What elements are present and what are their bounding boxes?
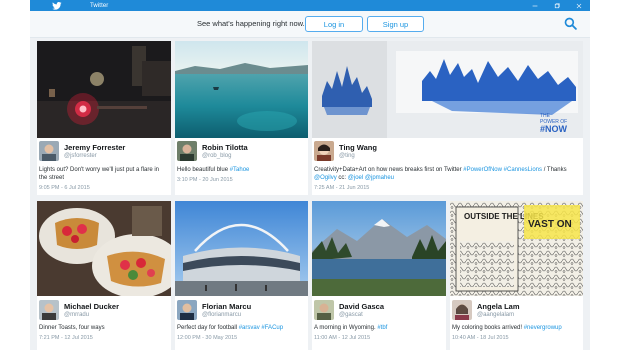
minimize-button[interactable] (524, 0, 546, 11)
tweet-card[interactable]: Michael Ducker @mrradu Dinner Toasts, fo… (37, 201, 171, 350)
tweet-author-handle[interactable]: @ting (339, 153, 355, 159)
tweet-author-handle[interactable]: @rob_blog (202, 153, 231, 159)
tweet-card[interactable]: OUTSIDE THE LINES VAST ON Angela Lam @aa… (450, 201, 583, 350)
window-title-bar: Twitter (30, 0, 590, 11)
hashtag-link[interactable]: #FACup (261, 325, 283, 331)
tweet-text: Lights out? Don't worry we'll just put a… (39, 167, 160, 181)
artwork-caption-line3: #NOW (540, 124, 568, 134)
tweet-card[interactable]: Florian Marcu @florianmarcu Perfect day … (175, 201, 308, 350)
tweet-photo[interactable]: OUTSIDE THE LINES VAST ON (450, 201, 583, 296)
tweet-author-name[interactable]: Ting Wang (339, 143, 377, 152)
hashtag-link[interactable]: #nevergrowup (524, 325, 562, 331)
book-spine-title: VAST ON (528, 219, 572, 230)
tweet-photo[interactable] (37, 41, 171, 138)
avatar[interactable] (452, 300, 472, 320)
tweet-timestamp[interactable]: 9:05 PM - 6 Jul 2015 (39, 185, 90, 191)
tweet-author-name[interactable]: Jeremy Forrester (64, 143, 125, 152)
tweet-author-handle[interactable]: @aangelalam (477, 312, 514, 318)
tweet-photo[interactable] (37, 201, 171, 296)
tweet-card[interactable]: Robin Tilotta @rob_blog Hello beautiful … (175, 41, 308, 195)
tweet-author-name[interactable]: Florian Marcu (202, 302, 251, 311)
tweet-text: A morning in Wyoming. #tbf (314, 325, 388, 331)
login-button[interactable]: Log in (305, 16, 363, 32)
tweet-timestamp[interactable]: 10:40 AM - 18 Jul 2015 (452, 335, 509, 341)
twitter-bird-icon (52, 1, 62, 10)
tweet-author-handle[interactable]: @jsforrester (64, 153, 97, 159)
photo-grid: Jeremy Forrester @jsforrester Lights out… (30, 38, 590, 350)
hashtag-link[interactable]: #CannesLions (504, 167, 542, 173)
avatar[interactable] (177, 141, 197, 161)
hashtag-link[interactable]: #tbf (377, 325, 387, 331)
avatar[interactable] (314, 141, 334, 161)
tweet-author-name[interactable]: Angela Lam (477, 302, 520, 311)
search-icon[interactable] (564, 17, 577, 30)
avatar[interactable] (39, 300, 59, 320)
tweet-text: Creativity+Data+Art on how news breaks f… (314, 167, 567, 181)
mention-link[interactable]: @joel (348, 175, 363, 181)
tweet-author-name[interactable]: David Gasca (339, 302, 384, 311)
tweet-author-handle[interactable]: @florianmarcu (202, 312, 241, 318)
signup-button[interactable]: Sign up (367, 16, 424, 32)
tweet-author-name[interactable]: Robin Tilotta (202, 143, 248, 152)
mention-link[interactable]: @jpmaheu (365, 175, 394, 181)
close-button[interactable] (568, 0, 590, 11)
tweet-timestamp[interactable]: 12:00 PM - 30 May 2015 (177, 335, 237, 341)
avatar[interactable] (39, 141, 59, 161)
tweet-timestamp[interactable]: 7:21 PM - 12 Jul 2015 (39, 335, 93, 341)
tweet-photo[interactable]: THE POWER OF #NOW (312, 41, 583, 138)
maximize-icon (554, 2, 560, 8)
avatar[interactable] (177, 300, 197, 320)
tweet-text: Dinner Toasts, four ways (39, 325, 105, 331)
tweet-card[interactable]: David Gasca @gascat A morning in Wyoming… (312, 201, 446, 350)
tweet-text: Perfect day for football #arsvav #FACup (177, 325, 284, 331)
tweet-timestamp[interactable]: 11:00 AM - 12 Jul 2015 (314, 335, 370, 341)
hashtag-link[interactable]: #arsvav (239, 325, 260, 331)
tweet-timestamp[interactable]: 3:10 PM - 20 Jun 2015 (177, 177, 233, 183)
maximize-button[interactable] (546, 0, 568, 11)
mention-link[interactable]: @Ogilvy (314, 175, 337, 181)
tweet-card[interactable]: Jeremy Forrester @jsforrester Lights out… (37, 41, 171, 195)
close-icon (576, 3, 582, 8)
tweet-author-handle[interactable]: @mrradu (64, 312, 89, 318)
minimize-icon (532, 5, 538, 6)
tweet-photo[interactable] (175, 201, 308, 296)
tweet-card[interactable]: THE POWER OF #NOW Ting Wang @ting Creati… (312, 41, 583, 195)
hashtag-link[interactable]: #Tahoe (230, 167, 250, 173)
avatar[interactable] (314, 300, 334, 320)
window-title: Twitter (90, 2, 109, 9)
top-bar: See what's happening right now. Log in S… (30, 11, 590, 38)
tweet-timestamp[interactable]: 7:25 AM - 21 Jun 2015 (314, 185, 369, 191)
tweet-text: Hello beautiful blue #Tahoe (177, 167, 250, 173)
hashtag-link[interactable]: #PowerOfNow (463, 167, 502, 173)
tweet-photo[interactable] (312, 201, 446, 296)
tweet-text: My coloring books arrived! #nevergrowup (452, 325, 562, 331)
tweet-author-handle[interactable]: @gascat (339, 312, 363, 318)
tweet-author-name[interactable]: Michael Ducker (64, 302, 119, 311)
header-tagline: See what's happening right now. (197, 19, 305, 28)
tweet-photo[interactable] (175, 41, 308, 138)
